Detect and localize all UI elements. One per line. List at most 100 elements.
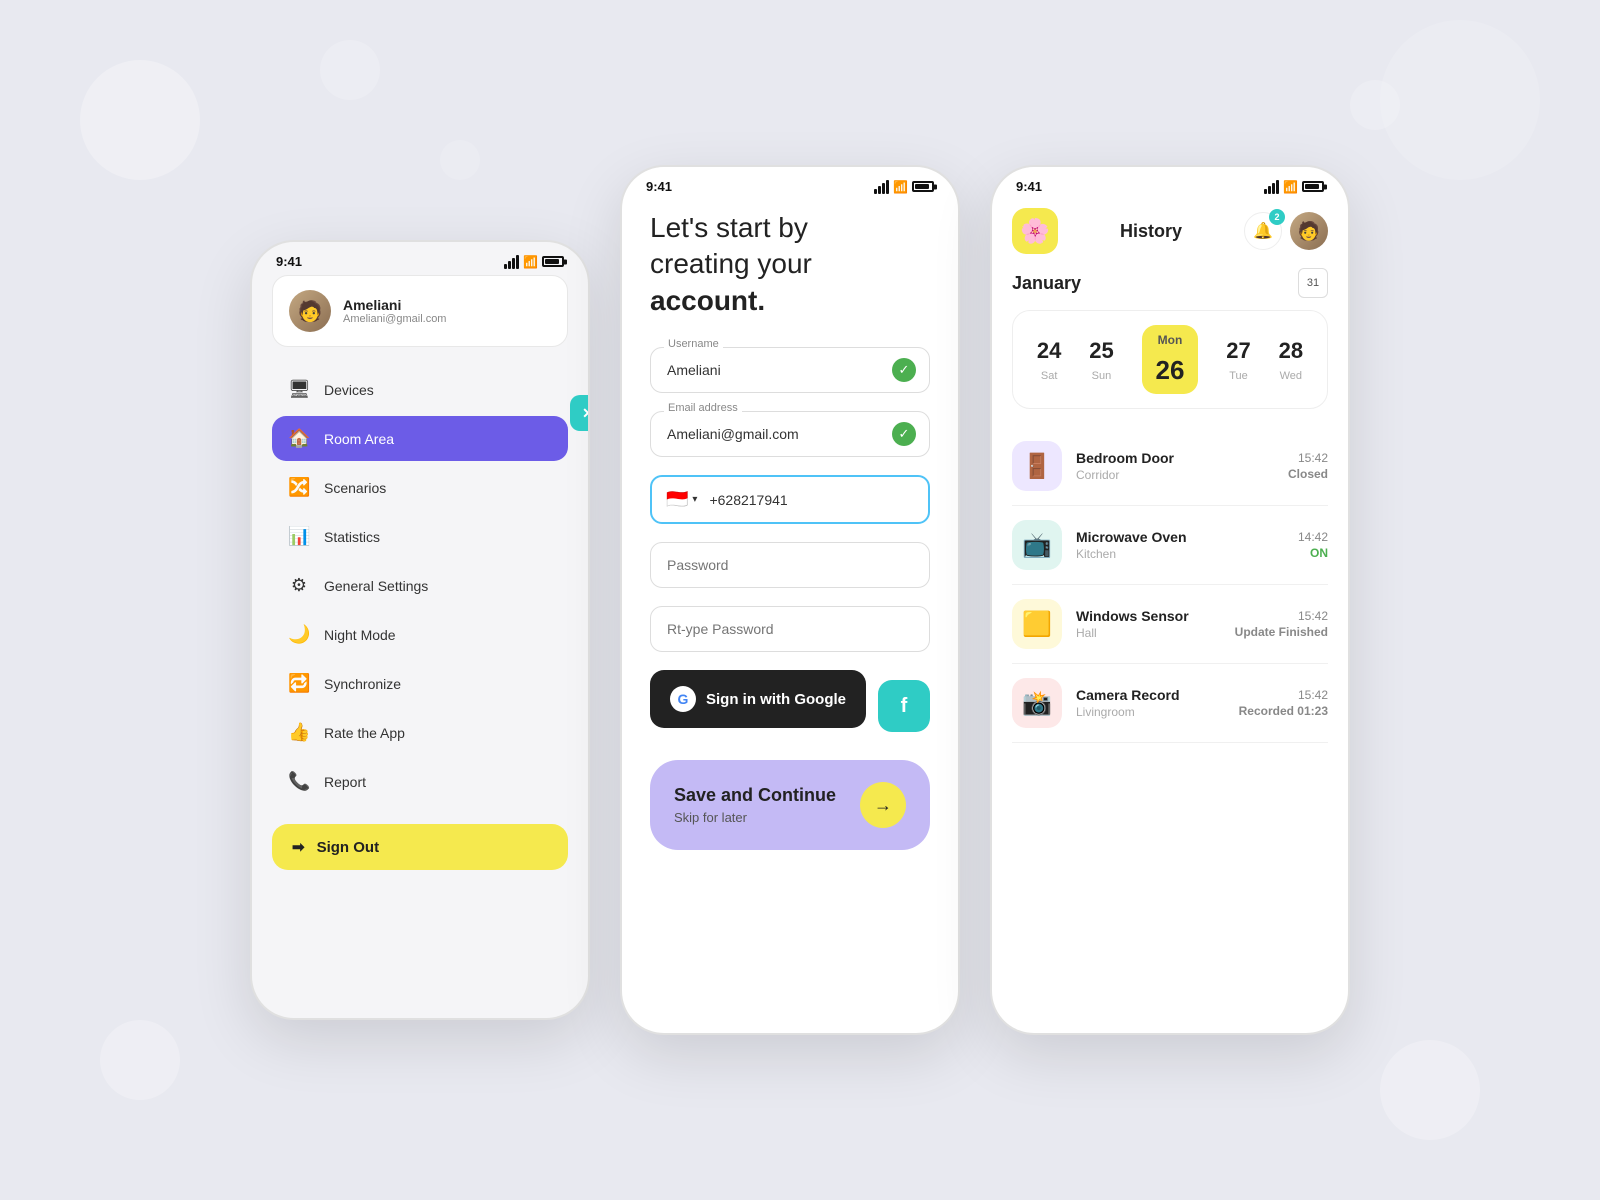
device-status-camera-record: Recorded 01:23 bbox=[1239, 704, 1328, 718]
device-time-bedroom-door: 15:42 bbox=[1288, 451, 1328, 465]
facebook-sign-in-button[interactable]: f bbox=[878, 680, 930, 732]
flag-icon: 🇮🇩 bbox=[666, 489, 688, 510]
sidebar-item-scenarios[interactable]: 🔀 Scenarios bbox=[272, 465, 568, 510]
profile-name: Ameliani bbox=[343, 297, 446, 313]
month-row: January 31 bbox=[1012, 268, 1328, 298]
date-day-27: Tue bbox=[1229, 370, 1248, 382]
arrow-icon: → bbox=[860, 782, 906, 828]
nav-label-general-settings: General Settings bbox=[324, 578, 428, 594]
status-time-1: 9:41 bbox=[276, 254, 302, 269]
nav-icon-rate-app: 👍 bbox=[288, 722, 310, 743]
email-input[interactable] bbox=[650, 411, 930, 457]
device-icon-windows-sensor: 🟨 bbox=[1012, 599, 1062, 649]
retype-password-input[interactable] bbox=[650, 606, 930, 652]
nav-label-statistics: Statistics bbox=[324, 529, 380, 545]
nav-icon-room-area: 🏠 bbox=[288, 428, 310, 449]
sidebar-item-report[interactable]: 📞 Report bbox=[272, 759, 568, 804]
date-num-26: 26 bbox=[1156, 355, 1185, 386]
device-name-windows-sensor: Windows Sensor bbox=[1076, 608, 1221, 624]
device-time-microwave-oven: 14:42 bbox=[1298, 530, 1328, 544]
registration-title: Let's start by creating your account. bbox=[650, 210, 930, 319]
status-time-3: 9:41 bbox=[1016, 179, 1042, 194]
username-label: Username bbox=[664, 338, 723, 350]
close-sidebar-button[interactable]: ✕ bbox=[570, 395, 588, 431]
sidebar-item-devices[interactable]: 🖥 Devices bbox=[272, 367, 568, 412]
device-item-microwave-oven[interactable]: 📺 Microwave Oven Kitchen 14:42 ON bbox=[1012, 506, 1328, 585]
device-name-camera-record: Camera Record bbox=[1076, 687, 1225, 703]
date-day-24: Sat bbox=[1041, 370, 1058, 382]
username-input[interactable] bbox=[650, 347, 930, 393]
sidebar-item-statistics[interactable]: 📊 Statistics bbox=[272, 514, 568, 559]
sidebar-item-night-mode[interactable]: 🌙 Night Mode bbox=[272, 612, 568, 657]
app-icon: 🌸 bbox=[1012, 208, 1058, 254]
calendar-icon[interactable]: 31 bbox=[1298, 268, 1328, 298]
sidebar-item-synchronize[interactable]: 🔁 Synchronize bbox=[272, 661, 568, 706]
device-info-windows-sensor: Windows Sensor Hall bbox=[1076, 608, 1221, 640]
profile-email: Ameliani@gmail.com bbox=[343, 313, 446, 325]
device-item-bedroom-door[interactable]: 🚪 Bedroom Door Corridor 15:42 Closed bbox=[1012, 427, 1328, 506]
date-item-27[interactable]: 27 Tue bbox=[1226, 338, 1250, 382]
password-group bbox=[650, 542, 930, 588]
user-avatar: 🧑 bbox=[1290, 212, 1328, 250]
sign-out-label: Sign Out bbox=[317, 839, 380, 856]
password-input[interactable] bbox=[650, 542, 930, 588]
nav-icon-devices: 🖥 bbox=[288, 379, 310, 400]
nav-icon-synchronize: 🔁 bbox=[288, 673, 310, 694]
device-meta-bedroom-door: 15:42 Closed bbox=[1288, 451, 1328, 481]
email-check-icon: ✓ bbox=[892, 422, 916, 446]
nav-label-scenarios: Scenarios bbox=[324, 480, 386, 496]
device-status-bedroom-door: Closed bbox=[1288, 467, 1328, 481]
date-num-25: 25 bbox=[1089, 338, 1113, 364]
date-item-26[interactable]: Mon 26 bbox=[1142, 325, 1199, 394]
sidebar-item-general-settings[interactable]: ⚙ General Settings bbox=[272, 563, 568, 608]
device-meta-camera-record: 15:42 Recorded 01:23 bbox=[1239, 688, 1328, 718]
dropdown-arrow: ▾ bbox=[692, 494, 697, 505]
notification-button[interactable]: 🔔 2 bbox=[1244, 212, 1282, 250]
facebook-icon: f bbox=[901, 695, 908, 718]
date-item-25[interactable]: 25 Sun bbox=[1089, 338, 1113, 382]
nav-icon-scenarios: 🔀 bbox=[288, 477, 310, 498]
date-num-28: 28 bbox=[1279, 338, 1303, 364]
device-icon-camera-record: 📸 bbox=[1012, 678, 1062, 728]
sign-out-button[interactable]: ➡ Sign Out bbox=[272, 824, 568, 870]
device-info-microwave-oven: Microwave Oven Kitchen bbox=[1076, 529, 1284, 561]
save-label: Save and Continue bbox=[674, 785, 836, 806]
phone-input[interactable] bbox=[701, 480, 914, 520]
sidebar-item-rate-app[interactable]: 👍 Rate the App bbox=[272, 710, 568, 755]
date-item-28[interactable]: 28 Wed bbox=[1279, 338, 1303, 382]
wifi-icon-1: 📶 bbox=[523, 255, 538, 269]
username-group: Username ✓ bbox=[650, 347, 930, 393]
save-continue-button[interactable]: Save and Continue Skip for later → bbox=[650, 760, 930, 850]
google-sign-in-button[interactable]: G Sign in with Google bbox=[650, 670, 866, 728]
device-time-windows-sensor: 15:42 bbox=[1235, 609, 1328, 623]
sign-out-icon: ➡ bbox=[292, 838, 305, 856]
nav-label-synchronize: Synchronize bbox=[324, 676, 401, 692]
device-name-microwave-oven: Microwave Oven bbox=[1076, 529, 1284, 545]
nav-label-room-area: Room Area bbox=[324, 431, 394, 447]
device-info-bedroom-door: Bedroom Door Corridor bbox=[1076, 450, 1274, 482]
device-item-windows-sensor[interactable]: 🟨 Windows Sensor Hall 15:42 Update Finis… bbox=[1012, 585, 1328, 664]
device-list: 🚪 Bedroom Door Corridor 15:42 Closed 📺 M… bbox=[1012, 427, 1328, 743]
device-location-bedroom-door: Corridor bbox=[1076, 468, 1274, 482]
skip-label: Skip for later bbox=[674, 810, 836, 825]
phone-sidebar: 9:41 📶 ✕ 🧑 Ameliani Ameliani@g bbox=[250, 240, 590, 1020]
device-name-bedroom-door: Bedroom Door bbox=[1076, 450, 1274, 466]
device-item-camera-record[interactable]: 📸 Camera Record Livingroom 15:42 Recorde… bbox=[1012, 664, 1328, 743]
device-location-windows-sensor: Hall bbox=[1076, 626, 1221, 640]
status-time-2: 9:41 bbox=[646, 179, 672, 194]
nav-label-report: Report bbox=[324, 774, 366, 790]
nav-label-night-mode: Night Mode bbox=[324, 627, 396, 643]
device-time-camera-record: 15:42 bbox=[1239, 688, 1328, 702]
date-item-24[interactable]: 24 Sat bbox=[1037, 338, 1061, 382]
email-label: Email address bbox=[664, 402, 742, 414]
flag-button[interactable]: 🇮🇩 ▾ bbox=[666, 477, 701, 522]
date-day-28: Wed bbox=[1280, 370, 1302, 382]
history-header: 🌸 History 🔔 2 🧑 bbox=[1012, 208, 1328, 254]
nav-label-rate-app: Rate the App bbox=[324, 725, 405, 741]
wifi-icon-2: 📶 bbox=[893, 180, 908, 194]
nav-label-devices: Devices bbox=[324, 382, 374, 398]
sidebar-item-room-area[interactable]: 🏠 Room Area bbox=[272, 416, 568, 461]
device-status-microwave-oven: ON bbox=[1298, 546, 1328, 560]
device-meta-windows-sensor: 15:42 Update Finished bbox=[1235, 609, 1328, 639]
history-title: History bbox=[1120, 221, 1182, 242]
